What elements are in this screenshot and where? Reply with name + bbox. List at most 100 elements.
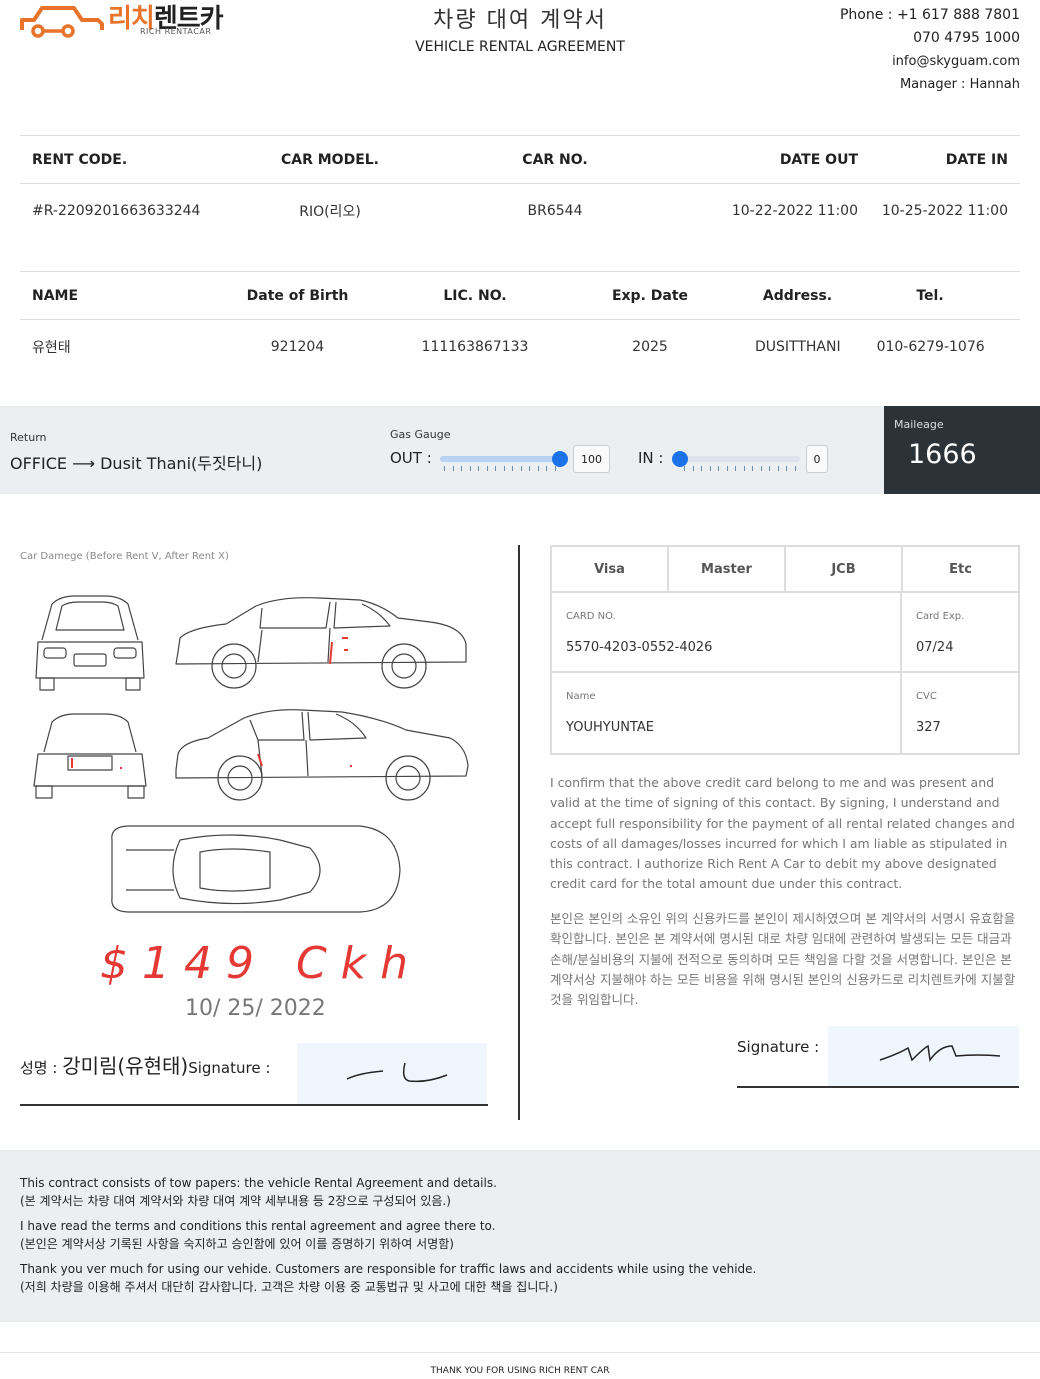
car-damage-diagram	[33, 595, 469, 913]
terms-english: I confirm that the above credit card bel…	[550, 775, 1015, 892]
footer-divider	[0, 1352, 1040, 1353]
card-number-label: CARD NO.	[566, 611, 616, 622]
vertical-divider	[518, 545, 520, 1120]
gas-out-slider-knob[interactable]	[552, 451, 568, 467]
note-item: I have read the terms and conditions thi…	[20, 1219, 496, 1233]
phone-primary: Phone : +1 617 888 7801	[839, 7, 1020, 23]
header-date-out: DATE OUT	[779, 151, 858, 168]
signature-label: Signature :	[188, 1059, 271, 1077]
card-holder-label: Name	[566, 691, 596, 702]
signature-right-label: Signature :	[737, 1038, 820, 1056]
customer-info-table: NAME Date of Birth LIC. NO. Exp. Date Ad…	[20, 271, 1020, 373]
date-out: 10-22-2022 11:00	[731, 202, 858, 219]
customer-dob: 921204	[270, 338, 325, 355]
gas-gauge-label: Gas Gauge	[390, 428, 451, 441]
header-date-in: DATE IN	[945, 151, 1008, 168]
car-model: RIO(리오)	[299, 203, 361, 220]
signature-name-label: 성명 :	[20, 1059, 63, 1077]
mileage-value: 1666	[908, 439, 977, 470]
card-holder-value: YOUHYUNTAE	[566, 720, 654, 735]
header-dob: Date of Birth	[246, 287, 349, 304]
return-label: Return	[10, 431, 47, 444]
signer-name: 강미림(유현태)	[62, 1054, 189, 1078]
terms-korean: 본인은 본인의 소유인 위의 신용카드를 본인이 제시하였으며 본 계약서의 서…	[550, 911, 1016, 1008]
gas-out-slider[interactable]	[440, 451, 568, 467]
note-item: (저희 차량을 이용해 주셔서 대단히 감사합니다. 고객은 차량 이용 중 교…	[20, 1280, 558, 1294]
car-top-view	[111, 825, 401, 913]
car-rear-view	[33, 713, 147, 799]
note-item: (본인은 계약서상 기록된 사항을 숙지하고 승인함에 있어 이를 증명하기 위…	[20, 1237, 454, 1251]
note-item: (본 계약서는 차량 대여 계약서와 차량 대여 계약 세부내용 등 2장으로 …	[20, 1194, 451, 1208]
customer-lic-no: 111163867133	[421, 338, 529, 355]
gas-in-value[interactable]: 0	[806, 445, 828, 473]
mileage-panel: Maileage 1666	[884, 406, 1040, 494]
signature-pad-left[interactable]	[297, 1043, 487, 1104]
card-number-value: 5570-4203-0552-4026	[566, 640, 713, 655]
card-number-row: CARD NO. 5570-4203-0552-4026 Card Exp. 0…	[552, 593, 1018, 673]
note-item: Thank you ver much for using our vehide.…	[20, 1262, 757, 1276]
card-jcb[interactable]: JCB	[786, 547, 903, 591]
manager: Manager : Hannah	[899, 77, 1020, 92]
cvc-field[interactable]: CVC 327	[902, 673, 1018, 753]
header-tel: Tel.	[916, 287, 944, 304]
damage-label: Car Damege (Before Rent V, After Rent X)	[20, 551, 229, 562]
header-address: Address.	[762, 287, 833, 304]
customer-address: DUSITTHANI	[755, 338, 841, 355]
email: info@skyguam.com	[892, 54, 1020, 69]
gas-out-ticks	[444, 466, 556, 471]
card-etc[interactable]: Etc	[903, 547, 1018, 591]
header-exp-date: Exp. Date	[611, 287, 689, 304]
customer-value-row: 유현태 921204 111163867133 2025 DUSITTHANI …	[20, 320, 1020, 373]
header-lic-no: LIC. NO.	[443, 287, 507, 304]
customer-header-row: NAME Date of Birth LIC. NO. Exp. Date Ad…	[20, 272, 1020, 320]
gas-out-label: OUT :	[390, 449, 432, 467]
gas-in-ticks	[684, 466, 796, 471]
customer-name: 유현태	[32, 339, 71, 356]
card-holder-field[interactable]: Name YOUHYUNTAE	[552, 673, 902, 753]
car-right-side-view	[175, 597, 467, 689]
card-number-field[interactable]: CARD NO. 5570-4203-0552-4026	[552, 593, 902, 671]
contact-block: Phone : +1 617 888 7801 070 4795 1000 in…	[840, 4, 1020, 96]
card-visa[interactable]: Visa	[552, 547, 669, 591]
header-name: NAME	[32, 287, 79, 304]
rental-value-row: #R-2209201663633244 RIO(리오) BR6544 10-22…	[20, 184, 1020, 237]
card-type-row: Visa Master JCB Etc	[552, 547, 1018, 593]
gas-out-value[interactable]: 100	[573, 445, 610, 473]
handwritten-date: 10/ 25/ 2022	[185, 996, 326, 1021]
header-rent-code: RENT CODE.	[32, 151, 128, 168]
card-master[interactable]: Master	[669, 547, 786, 591]
gas-in-label: IN :	[638, 449, 664, 467]
gas-in-slider-knob[interactable]	[672, 451, 688, 467]
car-left-side-view	[175, 709, 469, 801]
payment-table: Visa Master JCB Etc CARD NO. 5570-4203-0…	[550, 545, 1020, 755]
signature-left-label: 성명 : 강미림(유현태)Signature :	[20, 1050, 270, 1079]
card-exp-field[interactable]: Card Exp. 07/24	[902, 593, 1018, 671]
signature-left-stroke	[346, 1062, 448, 1083]
customer-tel: 010-6279-1076	[876, 338, 985, 355]
date-in: 10-25-2022 11:00	[881, 202, 1008, 219]
rental-info-table: RENT CODE. CAR MODEL. CAR NO. DATE OUT D…	[20, 135, 1020, 237]
phone-secondary: 070 4795 1000	[913, 30, 1020, 46]
signature-line-left	[20, 1104, 488, 1106]
car-no: BR6544	[527, 202, 583, 219]
header-car-model: CAR MODEL.	[280, 151, 380, 168]
gas-in-slider[interactable]	[672, 451, 800, 467]
rent-code: #R-2209201663633244	[32, 202, 201, 219]
rental-header-row: RENT CODE. CAR MODEL. CAR NO. DATE OUT D…	[20, 136, 1020, 184]
car-front-view	[35, 595, 145, 691]
handwritten-amount: $149 Ckh	[100, 938, 416, 989]
signature-right-stroke	[879, 1044, 1001, 1062]
card-exp-label: Card Exp.	[916, 611, 965, 622]
card-exp-value: 07/24	[916, 640, 954, 655]
footer-thanks: THANK YOU FOR USING RICH RENT CAR	[430, 1366, 610, 1376]
card-holder-row: Name YOUHYUNTAE CVC 327	[552, 673, 1018, 753]
cvc-label: CVC	[916, 691, 937, 702]
customer-exp-date: 2025	[632, 338, 668, 355]
mileage-label: Maileage	[894, 418, 944, 431]
note-item: This contract consists of tow papers: th…	[20, 1176, 497, 1190]
damage-marks	[71, 637, 352, 769]
handwritten-amount-text: $149 Ckh	[100, 938, 416, 989]
cvc-value: 327	[916, 720, 941, 735]
signature-pad-right[interactable]	[828, 1026, 1019, 1087]
header-car-no: CAR NO.	[522, 151, 588, 168]
